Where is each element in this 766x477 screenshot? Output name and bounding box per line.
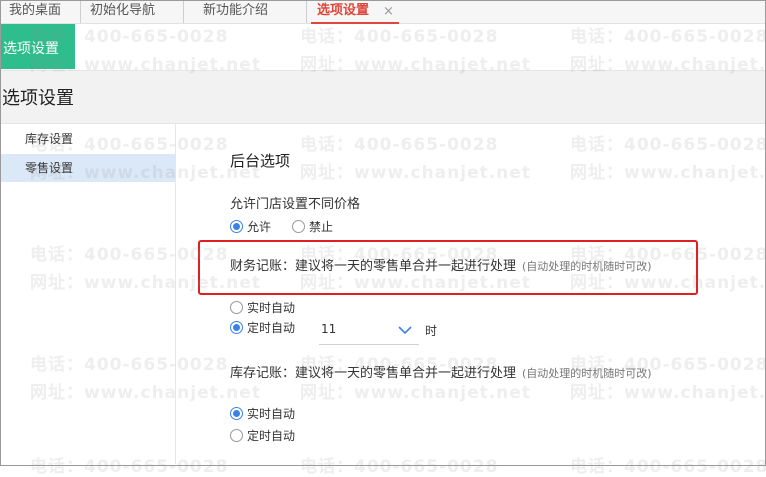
watermark-site: 网址：www.chanjet.net: [570, 55, 766, 75]
finance-realtime-radio[interactable]: 实时自动: [230, 300, 295, 316]
radio-unchecked-icon: [292, 220, 305, 233]
watermark-site: 网址：www.chanjet.net: [570, 273, 766, 293]
close-icon[interactable]: ×: [383, 2, 394, 22]
inventory-scheduled-radio[interactable]: 定时自动: [230, 428, 295, 444]
price-forbid-radio[interactable]: 禁止: [292, 219, 333, 235]
tab-options-settings[interactable]: 选项设置: [311, 1, 399, 24]
price-allow-radio[interactable]: 允许: [230, 219, 271, 235]
watermark-phone: 电话：400-665-0028: [300, 355, 499, 375]
page-header: 选项设置: [1, 70, 765, 124]
chevron-down-icon: [398, 326, 412, 335]
watermark-phone: 电话：400-665-0028: [300, 27, 499, 47]
radio-checked-icon: [230, 321, 243, 334]
watermark-phone: 电话：400-665-0028: [30, 245, 229, 265]
tab-new-features[interactable]: 新功能介绍: [185, 1, 307, 23]
radio-unchecked-icon: [230, 301, 243, 314]
watermark-site: 网址：www.chanjet.net: [300, 273, 531, 293]
watermark-phone: 电话：400-665-0028: [300, 245, 499, 265]
radio-checked-icon: [230, 407, 243, 420]
watermark-phone: 电话：400-665-0028: [30, 27, 229, 47]
price-setting-label: 允许门店设置不同价格: [230, 197, 361, 212]
radio-label: 允许: [247, 220, 272, 234]
tab-bar: 我的桌面 初始化导航 新功能介绍 选项设置 ×: [1, 1, 765, 24]
watermark-phone: 电话：400-665-0028: [300, 457, 499, 477]
watermark-site: 网址：www.chanjet.net: [300, 55, 531, 75]
watermark-site: 网址：www.chanjet.net: [30, 383, 261, 403]
hour-select-value: 11: [321, 322, 337, 336]
watermark-phone: 电话：400-665-0028: [570, 457, 766, 477]
watermark-phone: 电话：400-665-0028: [30, 135, 229, 155]
tab-label: 初始化导航: [90, 3, 156, 18]
hour-select[interactable]: 11: [319, 318, 419, 345]
watermark-site: 网址：www.chanjet.net: [300, 383, 531, 403]
inventory-realtime-radio[interactable]: 实时自动: [230, 406, 295, 422]
watermark-phone: 电话：400-665-0028: [570, 135, 766, 155]
watermark-phone: 电话：400-665-0028: [570, 355, 766, 375]
hour-unit: 时: [425, 324, 438, 338]
radio-unchecked-icon: [230, 429, 243, 442]
watermark-site: 网址：www.chanjet.net: [570, 383, 766, 403]
radio-label: 禁止: [309, 220, 334, 234]
watermark-phone: 电话：400-665-0028: [570, 245, 766, 265]
tab-label: 我的桌面: [9, 3, 62, 18]
radio-label: 定时自动: [247, 321, 296, 335]
watermark-phone: 电话：400-665-0028: [300, 135, 499, 155]
watermark-phone: 电话：400-665-0028: [30, 457, 229, 477]
radio-checked-icon: [230, 220, 243, 233]
tab-label: 选项设置: [317, 3, 370, 18]
radio-label: 定时自动: [247, 429, 296, 443]
watermark-site: 网址：www.chanjet.net: [570, 163, 766, 183]
watermark-site: 网址：www.chanjet.net: [30, 163, 261, 183]
watermark-site: 网址：www.chanjet.net: [300, 163, 531, 183]
radio-label: 实时自动: [247, 407, 296, 421]
watermark-site: 网址：www.chanjet.net: [30, 273, 261, 293]
tab-label: 新功能介绍: [203, 3, 269, 18]
finance-scheduled-radio[interactable]: 定时自动: [230, 320, 295, 336]
tab-init-guide[interactable]: 初始化导航: [82, 1, 184, 23]
page-title: 选项设置: [2, 88, 74, 109]
radio-label: 实时自动: [247, 301, 296, 315]
watermark-site: 网址：www.chanjet.net: [30, 55, 261, 75]
watermark-phone: 电话：400-665-0028: [30, 355, 229, 375]
watermark-phone: 电话：400-665-0028: [570, 27, 766, 47]
tab-my-desktop[interactable]: 我的桌面: [1, 1, 81, 23]
